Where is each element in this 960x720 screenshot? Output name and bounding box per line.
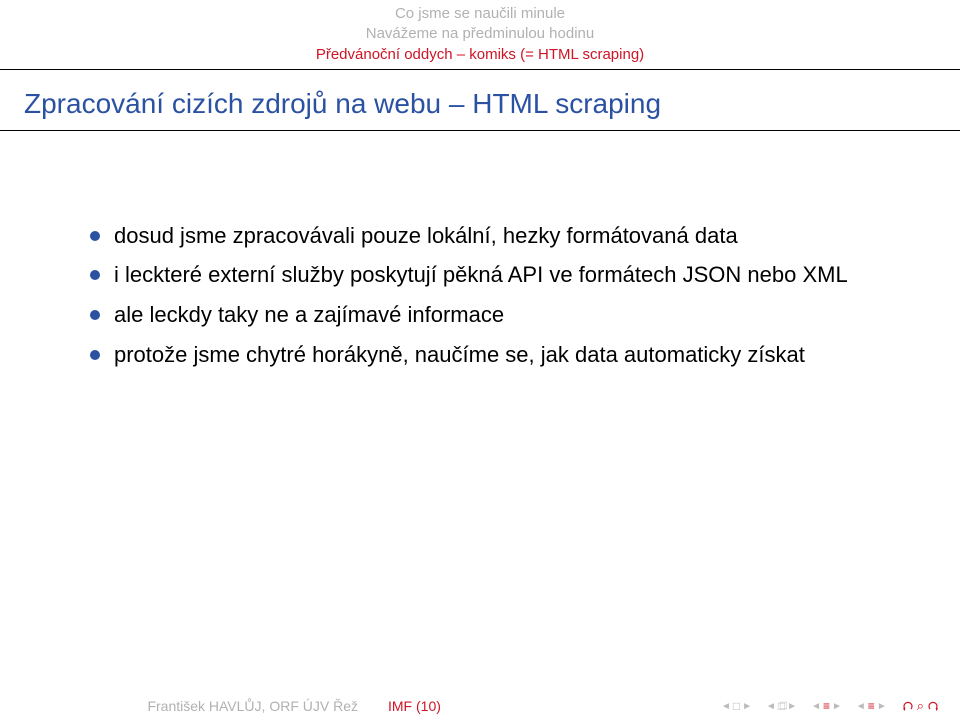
forward-loop-icon[interactable]	[926, 700, 940, 712]
footer-short-title[interactable]: IMF (10)	[388, 698, 572, 714]
search-icon[interactable]: ⌕	[917, 698, 924, 714]
list-item: protože jsme chytré horákyně, naučíme se…	[90, 340, 900, 370]
footer-author: František HAVLŮJ, ORF ÚJV Řež	[20, 698, 388, 714]
bullet-icon	[90, 270, 100, 280]
list-item: ale leckdy taky ne a zajímavé informace	[90, 300, 900, 330]
bullet-text: ale leckdy taky ne a zajímavé informace	[114, 300, 900, 330]
chevron-left-icon[interactable]: ◄	[856, 701, 866, 712]
bullet-text: i leckteré externí služby poskytují pěkn…	[114, 260, 900, 290]
list-item: i leckteré externí služby poskytují pěkn…	[90, 260, 900, 290]
chevron-right-icon[interactable]: ►	[832, 701, 842, 712]
beamer-nav: ◄ □ ► ◄ □ □ ► ◄ ≡ ► ◄ ≡ ► ⌕	[721, 698, 940, 714]
frame-stack-icon: □ □	[778, 699, 785, 713]
bullet-icon	[90, 231, 100, 241]
breadcrumb-3[interactable]: Předvánoční oddych – komiks (= HTML scra…	[316, 45, 644, 65]
slide-body: dosud jsme zpracovávali pouze lokální, h…	[0, 131, 960, 370]
subsection-lines-icon: ≡	[823, 699, 830, 713]
section-lines-icon: ≡	[868, 699, 875, 713]
chevron-right-icon[interactable]: ►	[877, 701, 887, 712]
list-item: dosud jsme zpracovávali pouze lokální, h…	[90, 221, 900, 251]
chevron-left-icon[interactable]: ◄	[766, 701, 776, 712]
breadcrumb-1[interactable]: Co jsme se naučili minule	[395, 4, 565, 24]
back-loop-icon[interactable]	[901, 700, 915, 712]
nav-section-prev-next[interactable]: ◄ ≡ ►	[856, 699, 887, 713]
chevron-left-icon[interactable]: ◄	[721, 701, 731, 712]
frame-title: Zpracování cizích zdrojů na webu – HTML …	[0, 70, 960, 130]
bullet-icon	[90, 310, 100, 320]
header-breadcrumbs: Co jsme se naučili minule Navážeme na př…	[0, 0, 960, 65]
bullet-icon	[90, 350, 100, 360]
slide-box-icon: □	[733, 699, 740, 713]
bullet-text: dosud jsme zpracovávali pouze lokální, h…	[114, 221, 900, 251]
nav-subsection-prev-next[interactable]: ◄ ≡ ►	[811, 699, 842, 713]
chevron-right-icon[interactable]: ►	[742, 701, 752, 712]
nav-back-forward[interactable]: ⌕	[901, 698, 940, 714]
nav-slide-prev-next[interactable]: ◄ □ ►	[721, 699, 752, 713]
chevron-right-icon[interactable]: ►	[787, 701, 797, 712]
chevron-left-icon[interactable]: ◄	[811, 701, 821, 712]
breadcrumb-2[interactable]: Navážeme na předminulou hodinu	[366, 24, 594, 44]
bullet-text: protože jsme chytré horákyně, naučíme se…	[114, 340, 900, 370]
nav-frame-prev-next[interactable]: ◄ □ □ ►	[766, 699, 797, 713]
